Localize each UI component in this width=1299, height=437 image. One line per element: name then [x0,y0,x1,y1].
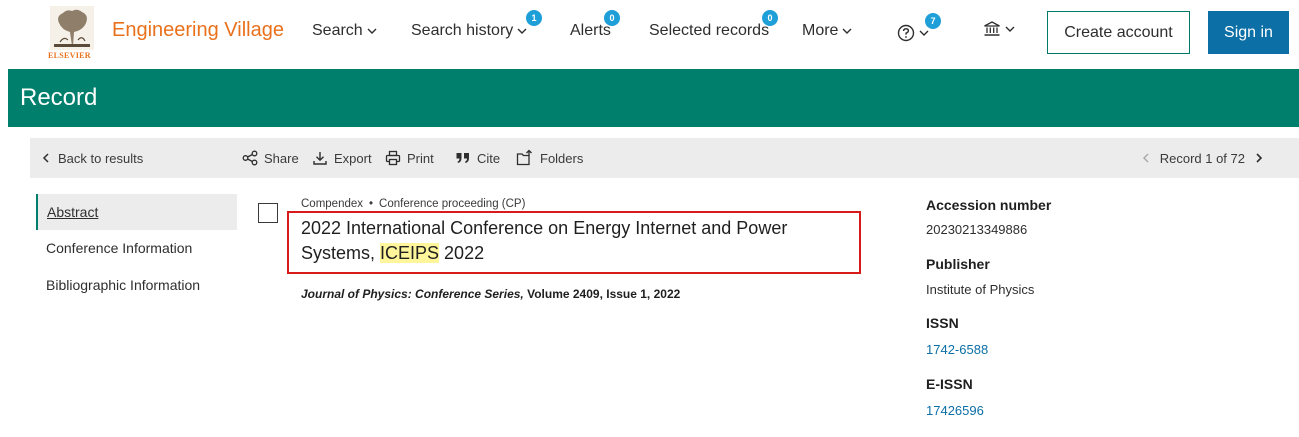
chevron-down-icon [1005,26,1015,32]
nav-search-history[interactable]: Search history [411,22,528,40]
printer-icon [385,150,401,166]
section-conference-information-link[interactable]: Conference Information [36,230,237,267]
print-button[interactable]: Print [385,138,434,178]
nav-search-label: Search [312,22,363,39]
next-record-icon[interactable] [1253,152,1265,164]
folder-add-icon [516,149,532,166]
eissn-link[interactable]: 17426596 [926,403,984,418]
elsevier-logo[interactable]: ELSEVIER [46,6,98,60]
record-title-suffix: 2022 [439,243,485,263]
share-label: Share [264,150,299,166]
elsevier-tree-icon [50,6,94,50]
download-icon [313,152,327,165]
nav-search[interactable]: Search [312,22,378,40]
record-pagination: Record 1 of 72 [1140,138,1265,178]
volume-issue: Volume 2409, Issue 1, 2022 [527,287,681,301]
chevron-down-icon [517,28,527,34]
record-title-text: 2022 International Conference on Energy … [301,218,788,263]
nav-alerts-label: Alerts [570,22,611,39]
record-title-highlight: ICEIPS [380,243,440,263]
institution-icon [984,21,1000,36]
issn-link[interactable]: 1742-6588 [926,342,988,357]
nav-alerts[interactable]: Alerts [570,22,611,40]
record-meta: Compendex • Conference proceeding (CP) [301,198,525,210]
publisher-label: Publisher [926,256,990,272]
database-label: Compendex [301,198,364,210]
quote-icon [456,153,469,163]
folders-button[interactable]: Folders [516,138,583,178]
selected-records-count-badge: 0 [762,10,778,26]
journal-name-link[interactable]: Journal of Physics: Conference Series, [301,287,524,301]
chevron-left-icon [42,153,49,163]
nav-institution[interactable] [983,20,1016,38]
export-button[interactable]: Export [312,138,372,178]
section-abstract-link[interactable]: Abstract [36,194,237,230]
record-title: 2022 International Conference on Energy … [301,216,856,266]
meta-separator: • [369,198,374,210]
brand-name[interactable]: Engineering Village [112,19,284,42]
section-bibliographic-information-link[interactable]: Bibliographic Information [36,267,237,304]
nav-search-history-label: Search history [411,22,514,39]
select-record-checkbox[interactable] [258,203,278,223]
record-position: Record 1 of 72 [1159,150,1245,166]
accession-number-value: 20230213349886 [926,222,1028,237]
share-button[interactable]: Share [242,138,299,178]
sign-in-button[interactable]: Sign in [1208,11,1289,54]
document-type-label: Conference proceeding (CP) [379,198,526,210]
chevron-down-icon [367,28,377,34]
create-account-button[interactable]: Create account [1047,11,1190,54]
nav-selected-records-label: Selected records [649,22,770,39]
record-toolbar: Back to results Share Export Print Cite [30,138,1299,178]
help-icon [897,24,915,42]
cite-label: Cite [477,150,501,166]
record-source: Journal of Physics: Conference Series, V… [301,287,680,301]
eissn-label: E-ISSN [926,376,973,392]
help-count-badge: 7 [925,13,941,29]
share-icon [242,150,258,166]
back-to-results-link[interactable]: Back to results [40,138,143,178]
accession-number-label: Accession number [926,197,1052,213]
nav-more-label: More [802,22,839,39]
print-label: Print [407,150,434,166]
nav-selected-records[interactable]: Selected records [649,22,769,40]
elsevier-wordmark: ELSEVIER [48,51,91,60]
top-navigation: ELSEVIER Engineering Village Search Sear… [0,0,1299,68]
back-to-results-label: Back to results [58,150,144,166]
record-section-nav: Abstract Conference Information Bibliogr… [36,194,237,304]
chevron-down-icon [919,30,929,36]
chevron-down-icon [842,28,852,34]
record-header-bar: Record [8,69,1299,127]
nav-more[interactable]: More [802,22,853,40]
alerts-count-badge: 0 [604,10,620,26]
export-label: Export [334,150,372,166]
page-title: Record [20,84,98,111]
issn-label: ISSN [926,315,959,331]
folders-label: Folders [540,150,584,166]
nav-help[interactable] [897,24,930,42]
search-history-count-badge: 1 [526,10,542,26]
publisher-value: Institute of Physics [926,282,1035,297]
cite-button[interactable]: Cite [455,138,500,178]
previous-record-icon[interactable] [1140,152,1152,164]
